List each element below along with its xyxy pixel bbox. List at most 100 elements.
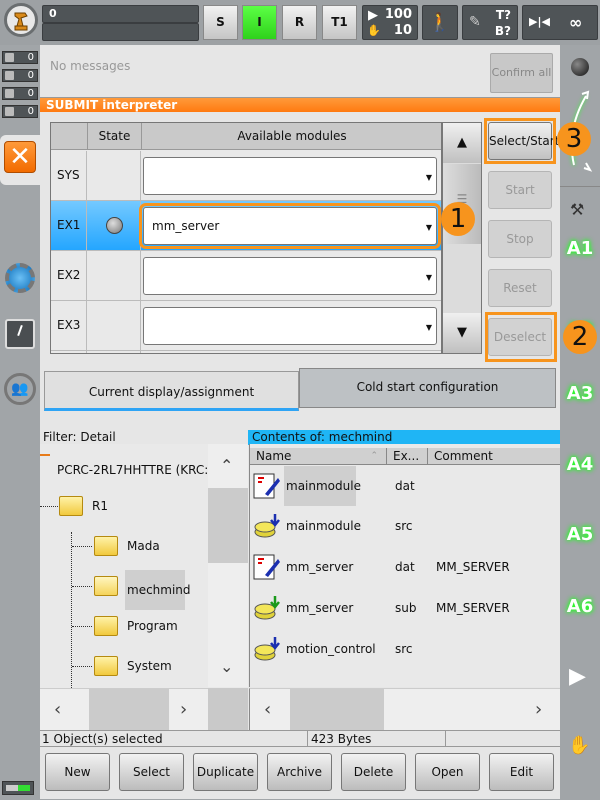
table-scrollbar[interactable]: ▲ ☰ ▼ <box>442 122 482 354</box>
axis-a5-label[interactable]: A5 <box>560 524 600 545</box>
scroll-thumb[interactable] <box>208 488 248 563</box>
select-button[interactable]: Select <box>119 753 184 791</box>
open-button[interactable]: Open <box>415 753 480 791</box>
walking-person-icon[interactable]: 🚶 <box>422 5 458 40</box>
row-state <box>88 151 141 200</box>
folder-icon <box>94 536 118 556</box>
wait-message-counter[interactable]: 0 <box>2 105 38 118</box>
tree-node-root[interactable]: PCRC-2RL7HHTTRE (KRC:\) <box>57 460 217 480</box>
file-row[interactable]: motion_control src <box>250 629 561 669</box>
highlight-box-deselect <box>485 312 557 362</box>
scroll-thumb[interactable] <box>89 689 169 733</box>
module-dropdown[interactable]: ▼ <box>143 157 437 195</box>
tree-node-r1[interactable]: R1 <box>92 496 108 516</box>
tree-node-program[interactable]: Program <box>127 616 178 636</box>
dat-file-icon <box>253 554 280 580</box>
scroll-down-button[interactable]: ▼ <box>443 313 481 353</box>
right-jog-bar: ⚒ A1 A2 A3 A4 A5 A6 ▶ ✋ <box>560 45 600 800</box>
confirm-all-button[interactable]: Confirm all <box>490 53 553 93</box>
jog-hand-icon[interactable]: ✋ <box>568 735 590 756</box>
start-button[interactable]: Start <box>488 171 552 209</box>
table-row-sys[interactable]: SYS ▼ <box>51 151 441 201</box>
column-header-name[interactable]: Name ⌃ <box>250 448 387 465</box>
highlight-box-select-start <box>484 118 556 164</box>
table-row-ex2[interactable]: EX2 ▼ <box>51 251 441 301</box>
tool-base-button[interactable]: ✎ T? B? <box>462 5 518 40</box>
duplicate-button[interactable]: Duplicate <box>193 753 258 791</box>
override-button[interactable]: ▶ 100 ✋ 10 <box>362 5 418 40</box>
tree-node-mada[interactable]: Mada <box>127 536 160 556</box>
module-dropdown[interactable]: ▼ <box>143 257 437 295</box>
chevron-down-icon[interactable]: ⌄ <box>220 657 233 676</box>
increment-button[interactable]: ▶|◀ ∞ <box>522 5 598 40</box>
tree-node-mechmind[interactable]: mechmind <box>125 570 191 610</box>
mode-s-button[interactable]: S <box>203 5 238 40</box>
file-row[interactable]: mm_server dat MM_SERVER <box>250 547 561 587</box>
reset-button[interactable]: Reset <box>488 269 552 307</box>
status-field-line2[interactable] <box>42 23 199 41</box>
scroll-thumb[interactable] <box>290 689 384 733</box>
table-row-ex4[interactable]: ▼ <box>51 351 441 353</box>
tab-cold-start-configuration[interactable]: Cold start configuration <box>299 368 556 408</box>
kuka-main-menu-button[interactable] <box>4 3 38 37</box>
tree-node-system[interactable]: System <box>127 656 172 676</box>
module-dropdown[interactable]: mm_server ▼ <box>139 203 441 249</box>
mode-r-button[interactable]: R <box>282 5 317 40</box>
stop-button[interactable]: Stop <box>488 220 552 258</box>
file-row[interactable]: mainmodule dat <box>250 466 561 506</box>
archive-button[interactable]: Archive <box>267 753 332 791</box>
tree-connector <box>72 666 92 667</box>
chevron-left-icon[interactable]: ‹ <box>54 699 61 720</box>
delete-button[interactable]: Delete <box>341 753 406 791</box>
mode-t1-button[interactable]: T1 <box>322 5 357 40</box>
tab-current-display-assignment[interactable]: Current display/assignment <box>44 371 299 411</box>
table-row-ex3[interactable]: EX3 ▼ <box>51 301 441 351</box>
submit-table: State Available modules SYS ▼ EX1 mm_ser… <box>50 122 442 354</box>
axis-a6-label[interactable]: A6 <box>560 596 600 617</box>
sub-file-icon <box>254 596 280 620</box>
column-header-comment[interactable]: Comment <box>428 448 561 465</box>
mode-i-button[interactable]: I <box>242 5 277 40</box>
edit-button[interactable]: Edit <box>489 753 554 791</box>
column-header-ext[interactable]: Ex... <box>387 448 428 465</box>
filter-label: Filter: Detail <box>40 430 248 445</box>
chevron-right-icon[interactable]: › <box>535 699 542 720</box>
close-icon[interactable]: ✕ <box>4 141 36 173</box>
table-row-ex1[interactable]: EX1 mm_server ▼ <box>51 201 441 251</box>
file-list-horizontal-scrollbar[interactable]: ‹ › <box>249 688 560 733</box>
chevron-up-icon[interactable]: ⌃ <box>220 456 233 475</box>
submit-interpreter-panel: State Available modules SYS ▼ EX1 mm_ser… <box>40 112 560 414</box>
file-row[interactable]: mainmodule src <box>250 506 561 546</box>
tree-connector <box>72 546 92 547</box>
file-comment: MM_SERVER <box>436 601 510 615</box>
globe-icon[interactable] <box>571 58 589 76</box>
tree-vertical-scrollbar[interactable]: ⌃ ⌄ <box>208 444 248 687</box>
tree-horizontal-scrollbar[interactable]: ‹ › <box>40 688 208 733</box>
error-message-counter[interactable]: 0 <box>2 51 38 64</box>
chevron-left-icon[interactable]: ‹ <box>264 699 271 720</box>
file-comment: MM_SERVER <box>436 560 510 574</box>
users-icon[interactable]: 👥 <box>4 373 36 405</box>
folder-icon <box>94 616 118 636</box>
file-name: mainmodule <box>286 519 361 533</box>
warning-message-counter[interactable]: 0 <box>2 69 38 82</box>
new-button[interactable]: New <box>45 753 110 791</box>
row-label: EX2 <box>51 251 87 300</box>
row-label <box>51 351 87 353</box>
chevron-right-icon[interactable]: › <box>180 699 187 720</box>
axis-a3-label[interactable]: A3 <box>560 383 600 404</box>
axis-a4-label[interactable]: A4 <box>560 454 600 475</box>
robot-logo-icon <box>14 12 28 31</box>
axis-a1-label[interactable]: A1 <box>560 238 600 259</box>
file-row[interactable]: mm_server sub MM_SERVER <box>250 588 561 628</box>
module-dropdown[interactable]: ▼ <box>143 307 437 345</box>
file-ext: dat <box>395 560 415 574</box>
src-file-icon <box>254 514 280 538</box>
info-message-counter[interactable]: 0 <box>2 87 38 100</box>
submit-interpreter-title: SUBMIT interpreter <box>40 98 560 112</box>
clock-icon[interactable] <box>5 319 35 349</box>
settings-gear-icon[interactable] <box>5 263 35 293</box>
status-field-line1[interactable]: 0 <box>42 5 199 23</box>
start-play-icon[interactable]: ▶ <box>569 664 586 689</box>
scroll-up-button[interactable]: ▲ <box>443 123 481 163</box>
